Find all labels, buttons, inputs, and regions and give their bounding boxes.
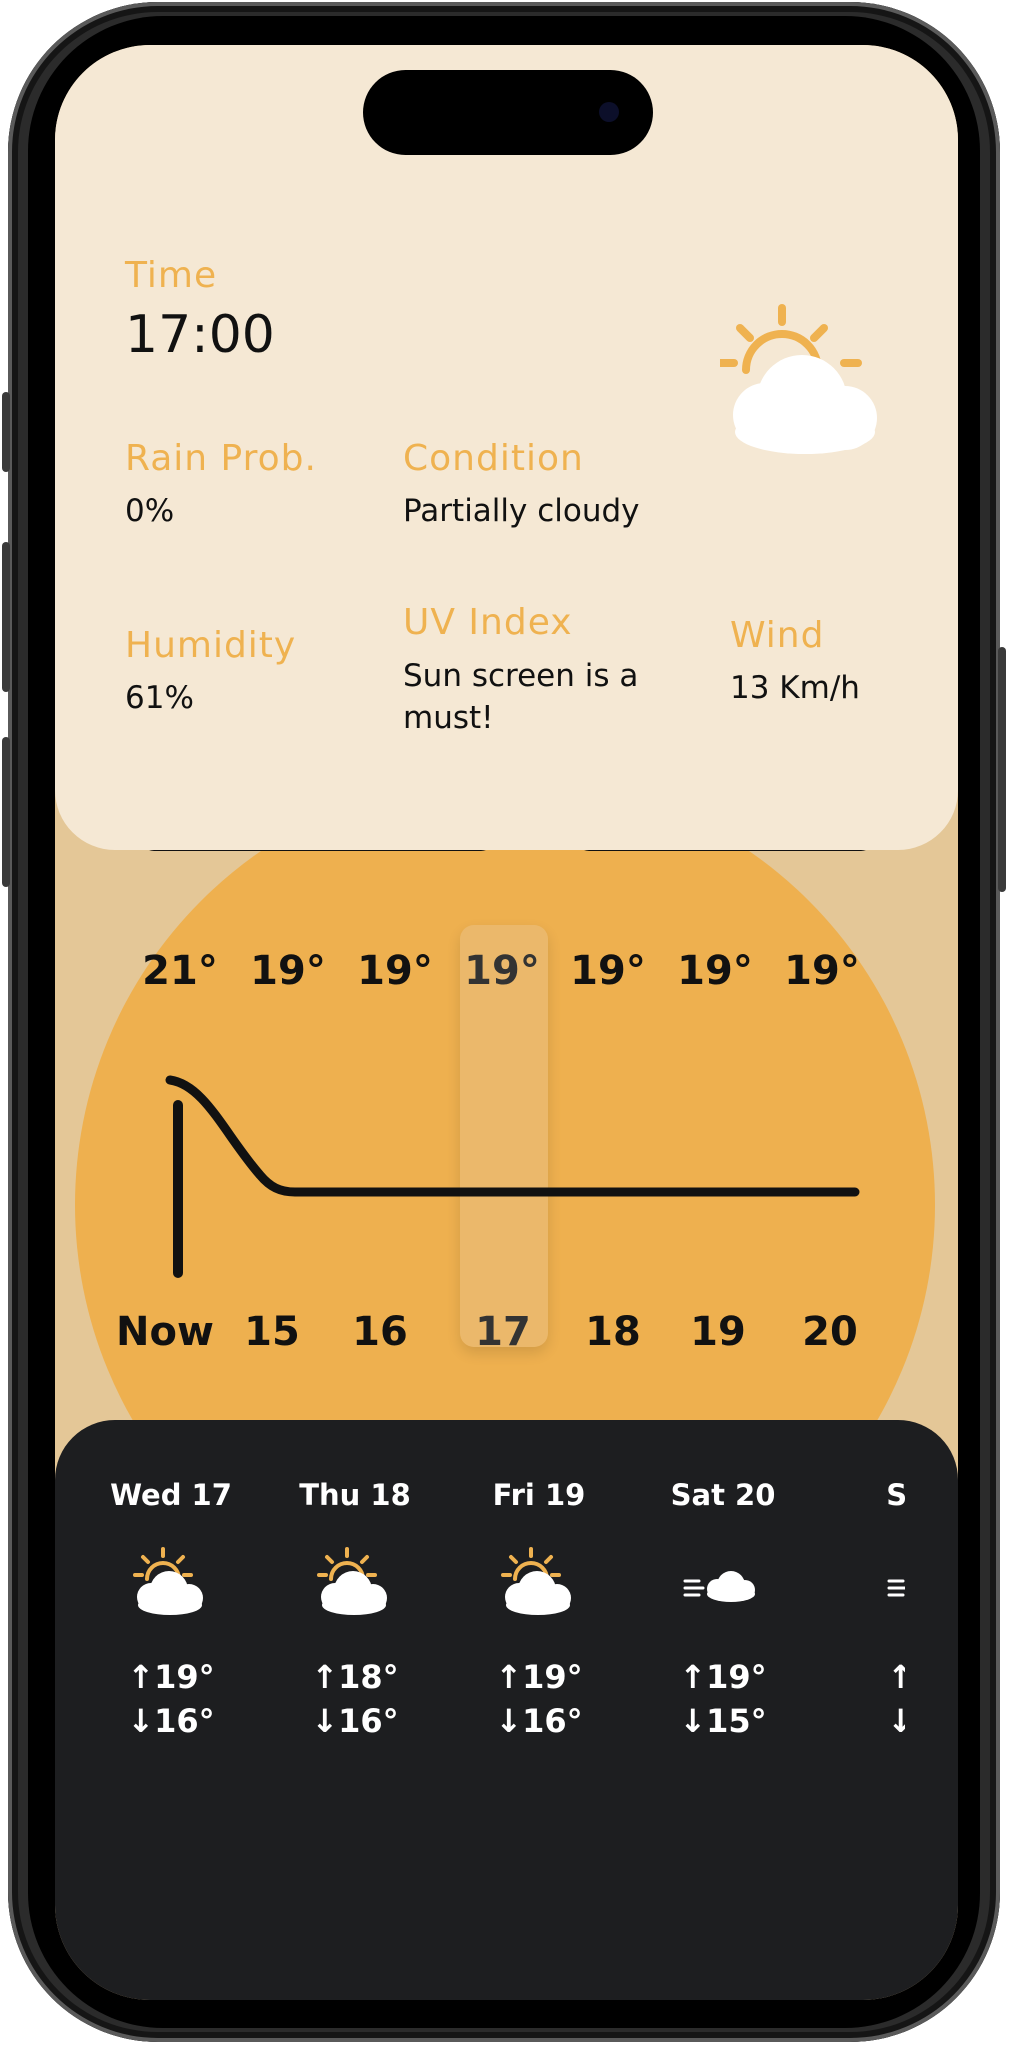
hourly-temp-1: 19°: [250, 948, 326, 994]
front-camera: [599, 102, 619, 122]
hourly-temp-5: 19°: [677, 948, 753, 994]
day-name: Su: [886, 1478, 905, 1512]
rain-probability-label: Rain Prob.: [125, 438, 317, 479]
uv-index-value: Sun screen is a must!: [403, 655, 638, 739]
day-high-temp: ↑19°: [127, 1658, 215, 1696]
uv-index-label: UV Index: [403, 602, 573, 643]
daily-item-0[interactable]: Wed 17 ↑19° ↓16°: [91, 1475, 251, 1743]
hourly-hour-1[interactable]: 15: [217, 1309, 327, 1355]
partly-cloudy-icon: [720, 304, 877, 454]
wind-label: Wind: [730, 615, 825, 656]
day-name: Fri 19: [492, 1478, 586, 1512]
time-value: 17:00: [125, 305, 275, 365]
day-low-temp: ↓15°: [679, 1702, 767, 1740]
hourly-temp-0: 21°: [142, 948, 218, 994]
hourly-temp-6: 19°: [784, 948, 860, 994]
windy-icon: [887, 1579, 905, 1597]
partly-cloudy-icon: [317, 1547, 387, 1615]
hourly-hour-2[interactable]: 16: [325, 1309, 435, 1355]
current-weather-card: Time 17:00 Rain Prob. 0% Condition Parti…: [55, 45, 958, 850]
hourly-temp-4: 19°: [570, 948, 646, 994]
dynamic-island: [363, 70, 653, 155]
day-high-temp: ↑:: [887, 1658, 905, 1696]
volume-down-button: [2, 737, 10, 887]
day-high-temp: ↑19°: [679, 1658, 767, 1696]
volume-up-button: [2, 542, 10, 692]
hourly-hour-4[interactable]: 18: [558, 1309, 668, 1355]
uv-index-line-1: Sun screen is a: [403, 658, 639, 694]
time-label: Time: [125, 255, 218, 296]
day-high-temp: ↑19°: [495, 1658, 583, 1696]
screen: 21° 19° 19° 19° 19° 19° 19° Now 15 16 17 18 19 20 Ti…: [55, 45, 958, 2000]
hourly-temp-2: 19°: [357, 948, 433, 994]
day-name: Thu 18: [299, 1478, 411, 1512]
wind-value: 13 Km/h: [730, 670, 860, 706]
humidity-label: Humidity: [125, 625, 297, 666]
day-low-temp: ↓16°: [311, 1702, 399, 1740]
day-low-temp: ↓16°: [127, 1702, 215, 1740]
condition-value: Partially cloudy: [403, 493, 640, 529]
hourly-hour-0[interactable]: Now: [110, 1309, 220, 1355]
daily-forecast-list[interactable]: Wed 17 ↑19° ↓16° Thu 18 ↑18° ↓16° Fri 19 ↑19° ↓1…: [55, 1420, 905, 2000]
hourly-hour-6[interactable]: 20: [775, 1309, 885, 1355]
silent-switch: [2, 392, 10, 472]
daily-item-4[interactable]: Su ↑: ↓:: [827, 1475, 905, 1743]
humidity-value: 61%: [125, 680, 194, 716]
daily-item-2[interactable]: Fri 19 ↑19° ↓16°: [459, 1475, 619, 1743]
windy-cloud-icon: [683, 1571, 755, 1602]
day-low-temp: ↓16°: [495, 1702, 583, 1740]
day-name: Wed 17: [110, 1478, 232, 1512]
hourly-hour-3[interactable]: 17: [448, 1309, 558, 1355]
uv-index-line-2: must!: [403, 700, 494, 736]
daily-item-1[interactable]: Thu 18 ↑18° ↓16°: [275, 1475, 435, 1743]
partly-cloudy-icon: [133, 1547, 203, 1615]
day-name: Sat 20: [670, 1478, 776, 1512]
condition-label: Condition: [403, 438, 584, 479]
hourly-temp-3: 19°: [464, 948, 540, 994]
daily-forecast-card: Wed 17 ↑19° ↓16° Thu 18 ↑18° ↓16° Fri 19 ↑19° ↓1…: [55, 1420, 958, 2000]
daily-item-3[interactable]: Sat 20 ↑19° ↓15°: [643, 1475, 803, 1743]
day-low-temp: ↓:: [887, 1702, 905, 1740]
partly-cloudy-icon: [501, 1547, 571, 1615]
power-button: [998, 647, 1006, 892]
hourly-hour-5[interactable]: 19: [663, 1309, 773, 1355]
day-high-temp: ↑18°: [311, 1658, 399, 1696]
rain-probability-value: 0%: [125, 493, 175, 529]
